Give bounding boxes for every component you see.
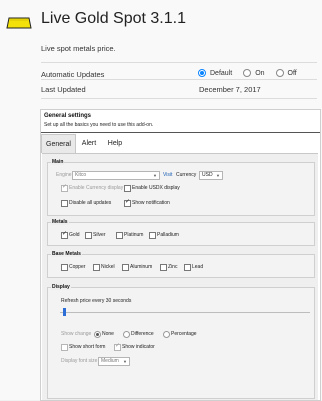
change-difference-label: Difference xyxy=(131,331,154,337)
settings-tabbar: General Alert Help xyxy=(41,134,320,153)
base-aluminum-checkbox[interactable] xyxy=(122,264,129,271)
change-none-label: None xyxy=(102,331,114,337)
main-group: Main Engine Kitco ▼ Visit Currency USD ▼… xyxy=(47,159,315,216)
display-group: Display Refresh price every 30 seconds S… xyxy=(47,284,315,399)
main-legend: Main xyxy=(51,159,65,165)
settings-subtitle: Set up all the basics you need to use th… xyxy=(44,122,154,128)
base-nickel-label: Nickel xyxy=(101,264,115,270)
base-metals-legend: Base Metals xyxy=(51,251,82,257)
divider xyxy=(41,62,317,63)
metal-palladium-checkbox[interactable] xyxy=(149,232,156,239)
metal-platinum-label: Platinum xyxy=(124,232,144,238)
general-tab-panel: Main Engine Kitco ▼ Visit Currency USD ▼… xyxy=(42,153,318,400)
short-form-checkbox[interactable] xyxy=(61,344,68,351)
radio-on-label: On xyxy=(255,69,265,77)
enable-currency-label: Enable Currency display xyxy=(69,185,124,191)
last-updated-label: Last Updated xyxy=(41,85,86,94)
base-metals-group: Base Metals Copper Nickel Aluminum Zinc … xyxy=(47,251,315,278)
currency-label: Currency xyxy=(176,172,197,178)
addon-card: Live Gold Spot 3.1.1 Live spot metals pr… xyxy=(0,0,322,401)
engine-label: Engine xyxy=(56,172,72,178)
engine-select[interactable]: Kitco ▼ xyxy=(72,171,160,180)
radio-off-label: Off xyxy=(287,69,297,77)
refresh-slider-track[interactable] xyxy=(60,312,310,313)
display-legend: Display xyxy=(51,284,71,290)
show-indicator-checkbox[interactable] xyxy=(114,342,121,351)
chevron-down-icon: ▼ xyxy=(123,359,127,364)
automatic-updates-radio-group: Default On Off xyxy=(198,69,308,77)
font-size-select-value: Medium xyxy=(101,358,119,364)
metal-palladium-label: Palladium xyxy=(157,232,179,238)
base-aluminum-label: Aluminum xyxy=(130,264,153,270)
chevron-down-icon: ▼ xyxy=(153,173,157,178)
engine-select-value: Kitco xyxy=(75,172,87,178)
radio-default-label: Default xyxy=(210,69,233,77)
metals-group: Metals Gold Silver Platinum Palladium xyxy=(47,219,315,246)
change-none-radio[interactable] xyxy=(94,331,101,338)
settings-frame: General settings Set up all the basics y… xyxy=(40,109,321,401)
show-notification-label: Show notification xyxy=(132,200,170,206)
base-lead-checkbox[interactable] xyxy=(184,264,191,271)
enable-usdx-checkbox[interactable] xyxy=(124,185,131,192)
metal-gold-checkbox[interactable] xyxy=(61,230,68,239)
settings-title: General settings xyxy=(44,113,92,119)
enable-currency-checkbox[interactable] xyxy=(61,183,68,192)
change-difference-radio[interactable] xyxy=(123,331,130,338)
addon-title: Live Gold Spot 3.1.1 xyxy=(41,10,186,27)
metal-platinum-checkbox[interactable] xyxy=(116,232,123,239)
currency-select[interactable]: USD ▼ xyxy=(199,171,223,180)
refresh-label: Refresh price every 30 seconds xyxy=(61,298,132,304)
addon-description: Live spot metals price. xyxy=(41,44,116,53)
short-form-label: Show short form xyxy=(69,344,106,350)
show-notification-checkbox[interactable] xyxy=(124,198,131,207)
divider xyxy=(41,79,317,80)
tab-general[interactable]: General xyxy=(41,134,76,153)
last-updated-value: December 7, 2017 xyxy=(199,85,261,94)
auto-updates-on[interactable]: On xyxy=(243,69,265,77)
font-size-select[interactable]: Medium ▼ xyxy=(98,357,130,366)
automatic-updates-label: Automatic Updates xyxy=(41,70,105,79)
change-percentage-radio[interactable] xyxy=(163,331,170,338)
metal-gold-label: Gold xyxy=(69,232,80,238)
settings-header: General settings Set up all the basics y… xyxy=(41,110,320,133)
radio-on[interactable] xyxy=(243,69,252,77)
tab-alert[interactable]: Alert xyxy=(79,134,99,152)
divider xyxy=(41,98,317,99)
base-zinc-checkbox[interactable] xyxy=(160,264,167,271)
currency-select-value: USD xyxy=(202,172,213,178)
base-copper-checkbox[interactable] xyxy=(61,264,68,271)
base-nickel-checkbox[interactable] xyxy=(93,264,100,271)
show-change-label: Show change xyxy=(61,331,92,337)
metal-silver-checkbox[interactable] xyxy=(85,232,92,239)
refresh-slider-thumb[interactable] xyxy=(63,308,66,316)
base-lead-label: Lead xyxy=(192,264,204,270)
metal-silver-label: Silver xyxy=(93,232,106,238)
chevron-down-icon: ▼ xyxy=(216,173,220,178)
radio-default[interactable] xyxy=(198,69,206,77)
base-zinc-label: Zinc xyxy=(168,264,178,270)
radio-off[interactable] xyxy=(275,69,284,77)
tab-help[interactable]: Help xyxy=(105,134,125,152)
gold-bar-icon xyxy=(6,17,32,29)
visit-link[interactable]: Visit xyxy=(163,172,172,178)
disable-updates-label: Disable all updates xyxy=(69,200,112,206)
auto-updates-off[interactable]: Off xyxy=(275,69,297,77)
base-copper-label: Copper xyxy=(69,264,86,270)
enable-usdx-label: Enable USDX display xyxy=(132,185,180,191)
metals-legend: Metals xyxy=(51,219,69,225)
change-percentage-label: Percentage xyxy=(171,331,197,337)
disable-updates-checkbox[interactable] xyxy=(61,200,68,207)
auto-updates-default[interactable]: Default xyxy=(198,69,232,77)
font-size-label: Display font size xyxy=(61,358,98,364)
show-indicator-label: Show indicator xyxy=(122,344,155,350)
